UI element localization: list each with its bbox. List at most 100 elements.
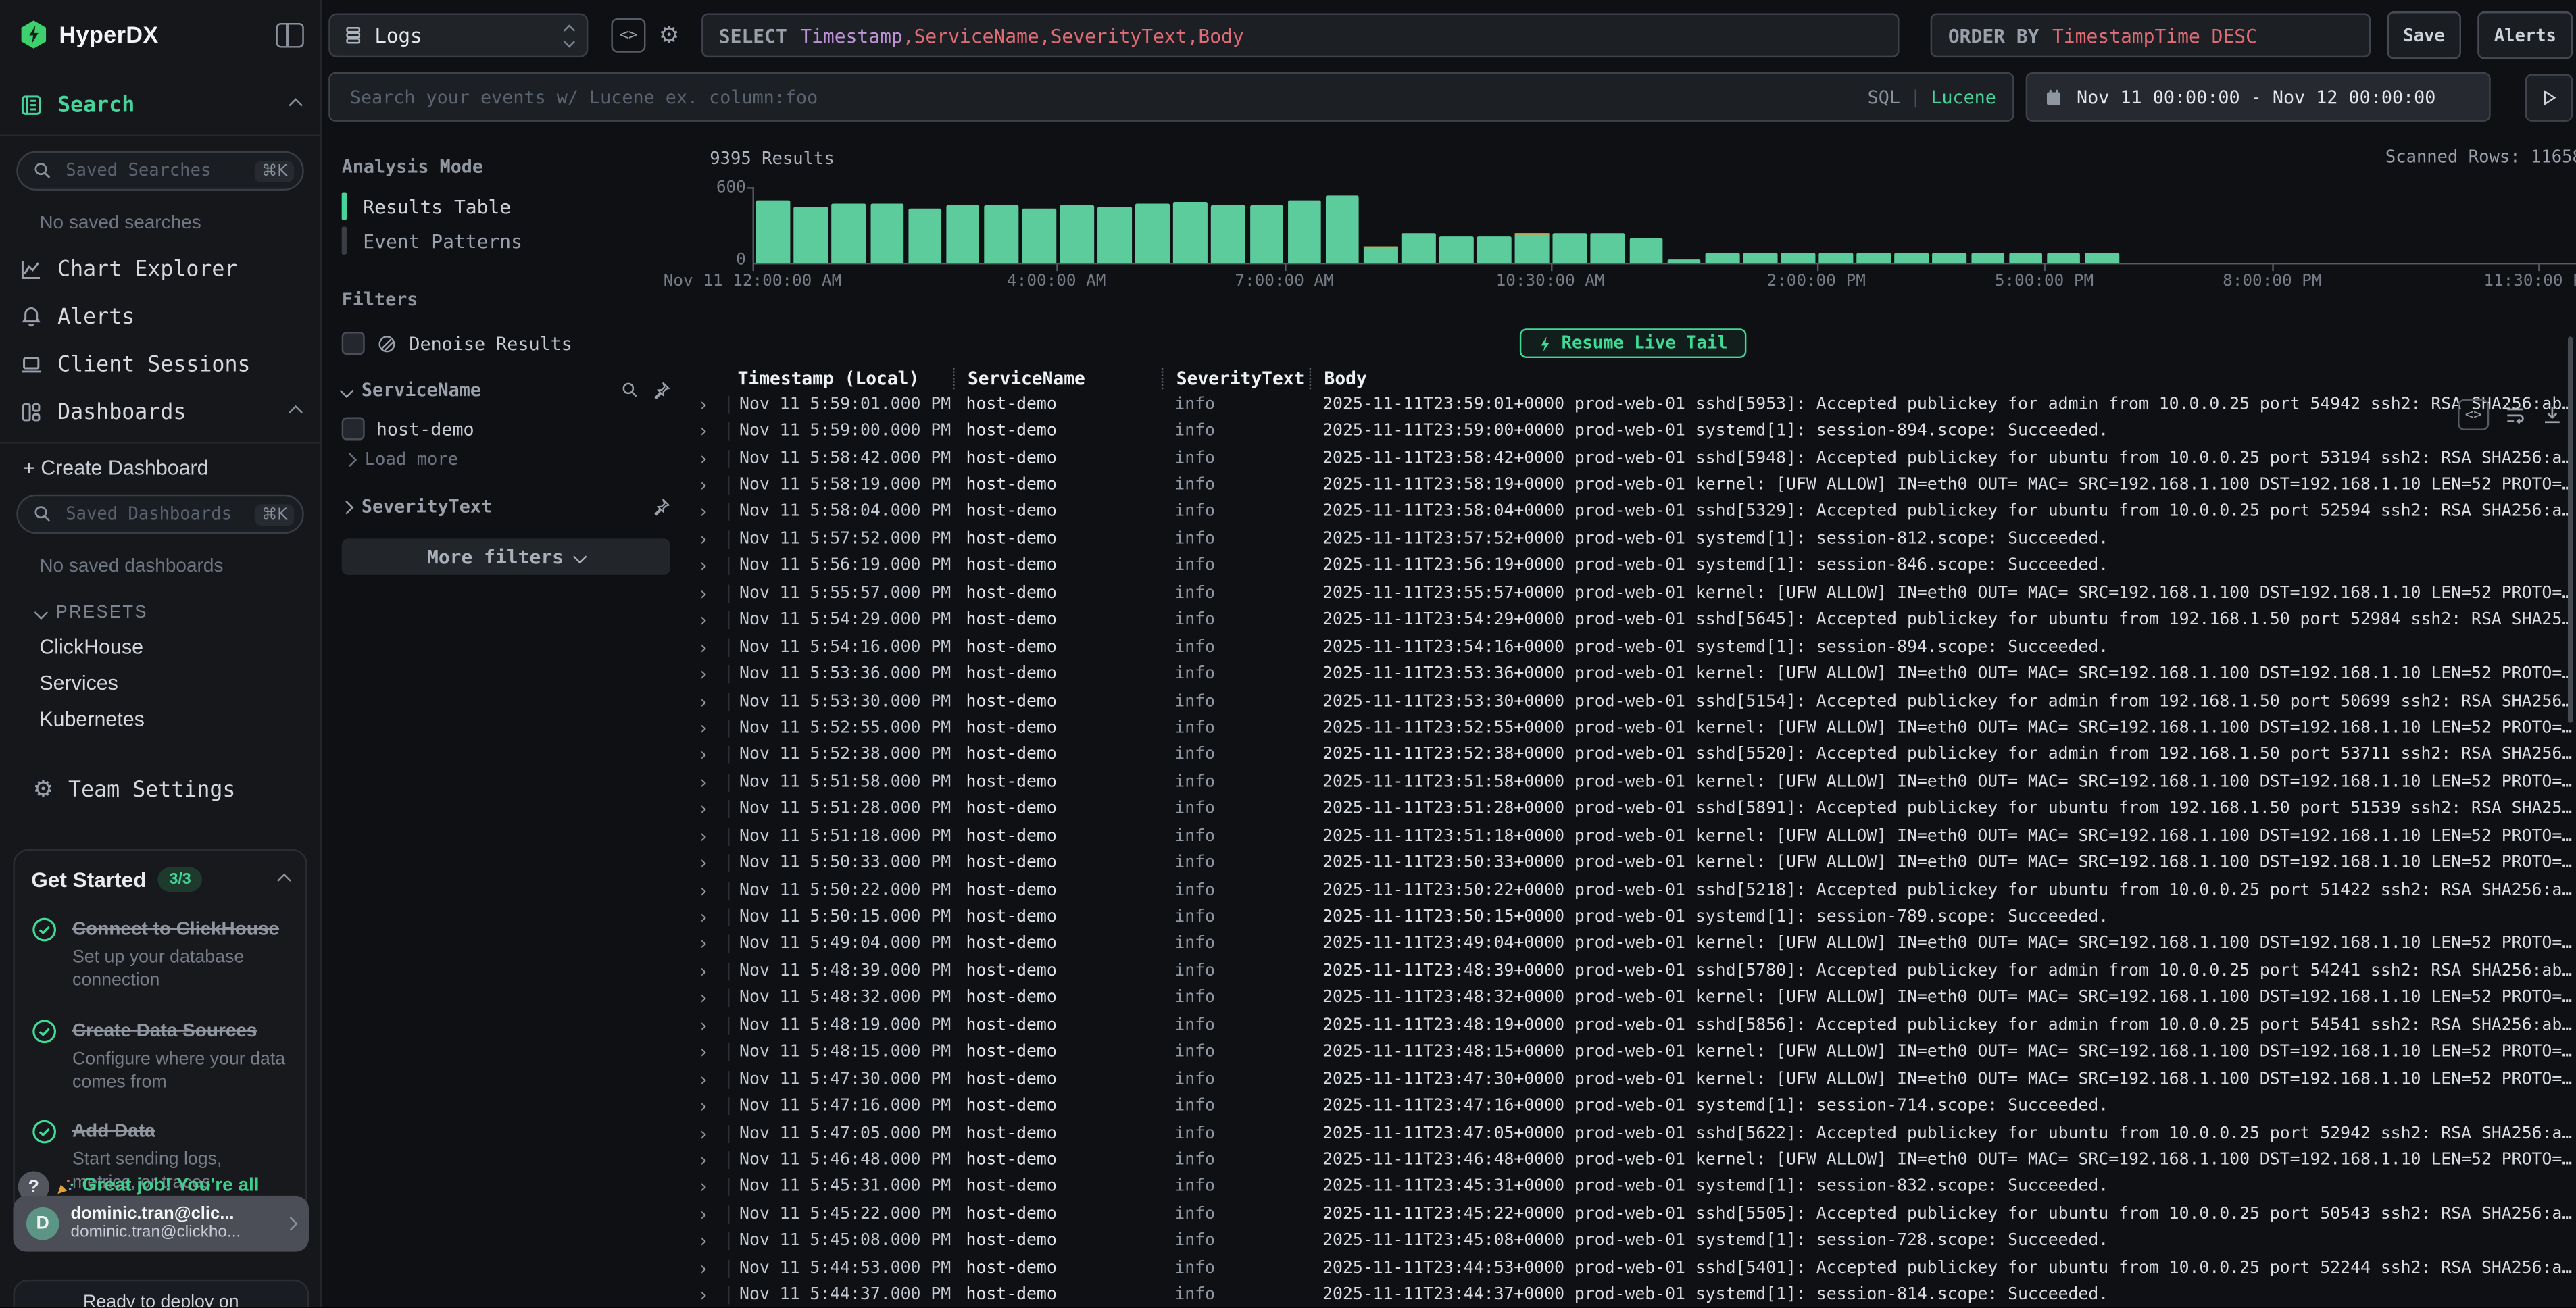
table-row[interactable]: ›Nov 11 5:54:16.000 PMhost-demoinfo2025-…	[690, 634, 2576, 661]
table-row[interactable]: ›Nov 11 5:44:37.000 PMhost-demoinfo2025-…	[690, 1282, 2576, 1307]
histogram-bar[interactable]	[1553, 234, 1587, 263]
histogram-bar[interactable]	[1705, 253, 1739, 263]
table-row[interactable]: ›Nov 11 5:53:36.000 PMhost-demoinfo2025-…	[690, 661, 2576, 688]
row-expand-chevron[interactable]: ›	[690, 880, 728, 901]
histogram-bar[interactable]	[1819, 253, 1853, 263]
histogram-bar[interactable]	[756, 201, 790, 263]
table-row[interactable]: ›Nov 11 5:50:33.000 PMhost-demoinfo2025-…	[690, 850, 2576, 877]
sidebar-item-search[interactable]: Search	[0, 89, 320, 122]
row-expand-chevron[interactable]: ›	[690, 1069, 728, 1090]
table-row[interactable]: ›Nov 11 5:50:22.000 PMhost-demoinfo2025-…	[690, 877, 2576, 904]
histogram-bar[interactable]	[908, 208, 942, 263]
row-expand-chevron[interactable]: ›	[690, 448, 728, 470]
histogram-bar[interactable]	[1439, 236, 1473, 263]
vertical-scrollbar[interactable]	[2568, 336, 2573, 722]
source-settings-gear-icon[interactable]: ⚙	[659, 24, 680, 47]
row-expand-chevron[interactable]: ›	[690, 1015, 728, 1036]
table-row[interactable]: ›Nov 11 5:50:15.000 PMhost-demoinfo2025-…	[690, 904, 2576, 931]
table-row[interactable]: ›Nov 11 5:48:39.000 PMhost-demoinfo2025-…	[690, 958, 2576, 985]
table-row[interactable]: ›Nov 11 5:47:05.000 PMhost-demoinfo2025-…	[690, 1120, 2576, 1147]
event-search-input[interactable]	[347, 84, 1854, 109]
filter-value-host-demo[interactable]: host-demo	[342, 418, 670, 441]
run-query-button[interactable]	[2525, 73, 2573, 121]
row-expand-chevron[interactable]: ›	[690, 636, 728, 658]
histogram-bar[interactable]	[1097, 206, 1131, 263]
histogram-bar[interactable]	[1287, 201, 1321, 263]
table-row[interactable]: ›Nov 11 5:56:19.000 PMhost-demoinfo2025-…	[690, 553, 2576, 580]
histogram-bar[interactable]	[870, 203, 903, 263]
histogram-bar[interactable]	[2047, 253, 2081, 263]
histogram-bar[interactable]	[1249, 205, 1283, 263]
date-range-picker[interactable]: Nov 11 00:00:00 - Nov 12 00:00:00	[2026, 72, 2491, 122]
histogram-bar[interactable]	[1591, 234, 1625, 263]
row-expand-chevron[interactable]: ›	[690, 1231, 728, 1253]
checkbox[interactable]	[342, 332, 365, 355]
table-row[interactable]: ›Nov 11 5:44:53.000 PMhost-demoinfo2025-…	[690, 1255, 2576, 1282]
histogram-bar[interactable]	[1933, 253, 1966, 263]
sidebar-item-team-settings[interactable]: ⚙ Team Settings	[0, 774, 320, 807]
table-row[interactable]: ›Nov 11 5:47:16.000 PMhost-demoinfo2025-…	[690, 1093, 2576, 1120]
event-search-bar[interactable]: SQL | Lucene	[328, 72, 2014, 122]
resume-live-tail-button[interactable]: Resume Live Tail	[1520, 328, 1745, 358]
row-expand-chevron[interactable]: ›	[690, 961, 728, 982]
row-expand-chevron[interactable]: ›	[690, 663, 728, 685]
row-expand-chevron[interactable]: ›	[690, 421, 728, 443]
histogram-bar[interactable]	[1136, 203, 1170, 263]
mode-event-patterns[interactable]: Event Patterns	[342, 227, 670, 255]
sidebar-item-chart-explorer[interactable]: Chart Explorer	[0, 253, 320, 286]
search-icon[interactable]	[621, 381, 639, 399]
row-expand-chevron[interactable]: ›	[690, 988, 728, 1009]
chevron-up-icon[interactable]	[277, 873, 291, 887]
row-expand-chevron[interactable]: ›	[690, 1150, 728, 1172]
table-row[interactable]: ›Nov 11 5:55:57.000 PMhost-demoinfo2025-…	[690, 580, 2576, 607]
table-row[interactable]: ›Nov 11 5:47:30.000 PMhost-demoinfo2025-…	[690, 1066, 2576, 1093]
filter-group-servicename[interactable]: ServiceName	[342, 380, 670, 401]
checkbox[interactable]	[342, 418, 365, 441]
orderby-input[interactable]: ORDER BY TimestampTime DESC	[1930, 13, 2371, 57]
row-expand-chevron[interactable]: ›	[690, 1258, 728, 1280]
sidebar-item-client-sessions[interactable]: Client Sessions	[0, 348, 320, 381]
table-row[interactable]: ›Nov 11 5:52:38.000 PMhost-demoinfo2025-…	[690, 742, 2576, 769]
create-dashboard-button[interactable]: + Create Dashboard	[23, 457, 320, 480]
row-expand-chevron[interactable]: ›	[690, 1042, 728, 1063]
mode-results-table[interactable]: Results Table	[342, 192, 670, 220]
row-expand-chevron[interactable]: ›	[690, 583, 728, 605]
get-started-step[interactable]: Connect to ClickHouse Set up your databa…	[31, 913, 289, 993]
histogram-bar[interactable]	[1895, 254, 1929, 263]
source-select[interactable]: Logs	[328, 13, 588, 57]
row-expand-chevron[interactable]: ›	[690, 1123, 728, 1144]
row-expand-chevron[interactable]: ›	[690, 745, 728, 766]
pin-icon[interactable]	[652, 498, 670, 516]
histogram-bar[interactable]	[1971, 253, 2004, 263]
col-body[interactable]: Body	[1310, 367, 2576, 388]
user-profile-card[interactable]: D dominic.tran@clic... dominic.tran@clic…	[13, 1196, 309, 1252]
histogram-bar[interactable]	[946, 205, 980, 263]
histogram-bar[interactable]	[1212, 206, 1245, 263]
table-row[interactable]: ›Nov 11 5:51:28.000 PMhost-demoinfo2025-…	[690, 796, 2576, 823]
row-expand-chevron[interactable]: ›	[690, 529, 728, 551]
histogram-bar[interactable]	[1781, 253, 1814, 263]
sql-editor-toggle-button[interactable]: <>	[611, 18, 645, 53]
histogram-bar[interactable]	[1325, 196, 1359, 263]
histogram-bar[interactable]	[1364, 246, 1397, 263]
denoise-results-option[interactable]: Denoise Results	[342, 332, 670, 355]
row-expand-chevron[interactable]: ›	[690, 610, 728, 632]
table-row[interactable]: ›Nov 11 5:59:00.000 PMhost-demoinfo2025-…	[690, 418, 2576, 445]
row-expand-chevron[interactable]: ›	[690, 1096, 728, 1117]
preset-services[interactable]: Services	[39, 672, 320, 695]
row-expand-chevron[interactable]: ›	[690, 934, 728, 955]
row-expand-chevron[interactable]: ›	[690, 1204, 728, 1226]
table-row[interactable]: ›Nov 11 5:46:48.000 PMhost-demoinfo2025-…	[690, 1147, 2576, 1174]
row-expand-chevron[interactable]: ›	[690, 826, 728, 847]
row-expand-chevron[interactable]: ›	[690, 1177, 728, 1199]
histogram-bar[interactable]	[1515, 233, 1549, 263]
saved-searches-field[interactable]	[62, 159, 245, 182]
presets-toggle[interactable]: PRESETS	[36, 603, 320, 622]
table-row[interactable]: ›Nov 11 5:53:30.000 PMhost-demoinfo2025-…	[690, 688, 2576, 715]
histogram-bar[interactable]	[1857, 253, 1891, 263]
saved-dashboards-field[interactable]	[62, 503, 245, 526]
wrap-lines-icon[interactable]	[2504, 404, 2527, 426]
row-expand-chevron[interactable]: ›	[690, 853, 728, 874]
col-severitytext[interactable]: SeverityText	[1162, 367, 1310, 388]
language-lucene-toggle[interactable]: Lucene	[1931, 86, 1996, 108]
